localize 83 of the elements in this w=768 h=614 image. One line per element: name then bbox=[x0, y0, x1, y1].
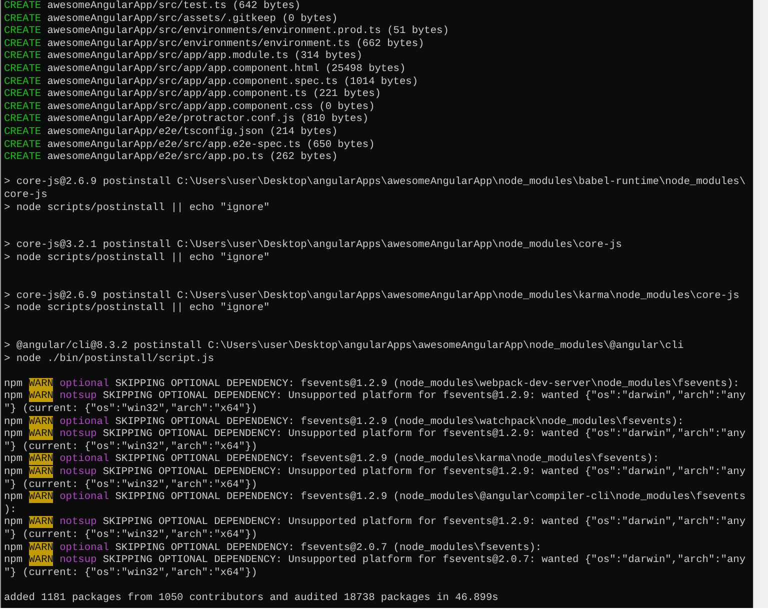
create-tag: CREATE bbox=[4, 0, 42, 12]
log-text: > @angular/cli@8.3.2 postinstall C:\Users\user\Desktop\angularApps\awesomeAngularApp\node_modules\@angular\cli bbox=[4, 340, 684, 352]
log-text: SKIPPING OPTIONAL DEPENDENCY: fsevents@1.2.9 (node_modules\webpack-dev-server\node_modules\fsevents): bbox=[114, 378, 740, 390]
log-text: awesomeAngularApp/src/environments/environment.ts (662 bytes) bbox=[46, 38, 424, 50]
log-text: awesomeAngularApp/src/app/app.component.ts (221 bytes) bbox=[46, 88, 381, 100]
log-level: notsup bbox=[58, 466, 97, 478]
log-level: notsup bbox=[58, 390, 97, 402]
log-text: awesomeAngularApp/e2e/src/app.e2e-spec.ts (650 bytes) bbox=[46, 138, 375, 151]
log-text: "} (current: {"os":"win32","arch":"x64"}) bbox=[4, 478, 258, 491]
log-text: npm bbox=[4, 378, 24, 390]
log-text: SKIPPING OPTIONAL DEPENDENCY: Unsupported platform for fsevents@1.2.9: wanted {"os":"darwin","arch":"any bbox=[102, 428, 746, 440]
log-text: SKIPPING OPTIONAL DEPENDENCY: Unsupported platform for fsevents@1.2.9: wanted {"os":"darwin","arch":"any bbox=[102, 466, 746, 478]
log-text: npm bbox=[4, 542, 24, 554]
log-text: "} (current: {"os":"win32","arch":"x64"}) bbox=[4, 528, 258, 541]
warn-label: WARN bbox=[28, 466, 54, 478]
log-text: > core-js@2.6.9 postinstall C:\Users\user\Desktop\angularApps\awesomeAngularApp\node_modules\babel-runtime\node_modules\ bbox=[4, 176, 746, 188]
log-text: SKIPPING OPTIONAL DEPENDENCY: fsevents@1.2.9 (node_modules\watchpack\node_modules\fsevents): bbox=[114, 416, 684, 428]
create-tag: CREATE bbox=[4, 151, 42, 164]
log-level: optional bbox=[58, 416, 110, 428]
create-tag: CREATE bbox=[4, 50, 42, 62]
warn-label: WARN bbox=[28, 416, 54, 428]
create-tag: CREATE bbox=[4, 113, 42, 126]
log-text: npm bbox=[4, 453, 24, 466]
log-text: npm bbox=[4, 466, 24, 478]
log-text: npm bbox=[4, 416, 24, 428]
log-text: > node scripts/postinstall || echo "ignore" bbox=[4, 202, 270, 214]
create-tag: CREATE bbox=[4, 88, 42, 100]
create-tag: CREATE bbox=[4, 62, 42, 75]
log-text: awesomeAngularApp/e2e/protractor.conf.js (810 bytes) bbox=[46, 113, 369, 126]
create-tag: CREATE bbox=[4, 76, 42, 88]
create-tag: CREATE bbox=[4, 138, 42, 151]
log-text: > node scripts/postinstall || echo "ignore" bbox=[4, 302, 270, 314]
log-text: awesomeAngularApp/src/assets/.gitkeep (0 bytes) bbox=[46, 12, 338, 25]
log-level: optional bbox=[58, 453, 110, 466]
log-text: SKIPPING OPTIONAL DEPENDENCY: Unsupported platform for fsevents@1.2.9: wanted {"os":"darwin","arch":"any bbox=[102, 516, 746, 528]
log-text: > core-js@2.6.9 postinstall C:\Users\user\Desktop\angularApps\awesomeAngularApp\node_modules\karma\node_modules\core-js bbox=[4, 290, 740, 302]
warn-label: WARN bbox=[28, 516, 54, 528]
log-text: npm bbox=[4, 516, 24, 528]
warn-label: WARN bbox=[28, 554, 54, 566]
log-text: "} (current: {"os":"win32","arch":"x64"}) bbox=[4, 440, 258, 453]
log-text: ): bbox=[4, 504, 16, 516]
log-level: optional bbox=[58, 542, 110, 554]
log-level: optional bbox=[58, 491, 110, 504]
log-text: > node ./bin/postinstall/script.js bbox=[4, 352, 214, 365]
log-level: notsup bbox=[58, 516, 97, 528]
log-text: SKIPPING OPTIONAL DEPENDENCY: Unsupported platform for fsevents@2.0.7: wanted {"os":"darwin","arch":"any bbox=[102, 554, 746, 566]
log-text: > node scripts/postinstall || echo "ignore" bbox=[4, 252, 270, 264]
log-text: npm bbox=[4, 554, 24, 566]
create-tag: CREATE bbox=[4, 100, 42, 113]
create-tag: CREATE bbox=[4, 25, 42, 38]
log-text: SKIPPING OPTIONAL DEPENDENCY: fsevents@1.2.9 (node_modules\@angular\compiler-cli\node_modules\fsevents bbox=[114, 491, 746, 504]
log-text: "} (current: {"os":"win32","arch":"x64"}) bbox=[4, 566, 258, 579]
log-text: awesomeAngularApp/src/app/app.module.ts (314 bytes) bbox=[46, 50, 362, 62]
warn-label: WARN bbox=[28, 542, 54, 554]
log-text: SKIPPING OPTIONAL DEPENDENCY: fsevents@1.2.9 (node_modules\karma\node_modules\fsevents): bbox=[114, 453, 660, 466]
log-text: awesomeAngularApp/src/app/app.component.spec.ts (1014 bytes) bbox=[46, 76, 418, 88]
log-text: awesomeAngularApp/e2e/src/app.po.ts (262 bytes) bbox=[46, 151, 338, 164]
log-text: SKIPPING OPTIONAL DEPENDENCY: Unsupported platform for fsevents@1.2.9: wanted {"os":"darwin","arch":"any bbox=[102, 390, 746, 402]
create-tag: CREATE bbox=[4, 12, 42, 25]
create-tag: CREATE bbox=[4, 126, 42, 138]
log-text: awesomeAngularApp/src/app/app.component.css (0 bytes) bbox=[46, 100, 375, 113]
log-level: optional bbox=[58, 378, 110, 390]
warn-label: WARN bbox=[28, 428, 54, 440]
log-text: awesomeAngularApp/src/environments/environment.prod.ts (51 bytes) bbox=[46, 25, 449, 38]
log-text: npm bbox=[4, 428, 24, 440]
log-text: awesomeAngularApp/src/app/app.component.html (25498 bytes) bbox=[46, 62, 406, 75]
log-level: notsup bbox=[58, 554, 97, 566]
log-text: > core-js@3.2.1 postinstall C:\Users\user\Desktop\angularApps\awesomeAngularApp\node_modules\core-js bbox=[4, 239, 622, 252]
log-text: SKIPPING OPTIONAL DEPENDENCY: fsevents@2.0.7 (node_modules\fsevents): bbox=[114, 542, 542, 554]
warn-label: WARN bbox=[28, 390, 54, 402]
log-level: notsup bbox=[58, 428, 97, 440]
log-text: "} (current: {"os":"win32","arch":"x64"}) bbox=[4, 403, 258, 415]
warn-label: WARN bbox=[28, 378, 54, 390]
log-text: npm bbox=[4, 390, 24, 402]
warn-label: WARN bbox=[28, 453, 54, 466]
create-tag: CREATE bbox=[4, 38, 42, 50]
log-text: core-js bbox=[4, 188, 48, 201]
log-text: awesomeAngularApp/e2e/tsconfig.json (214 bytes) bbox=[46, 126, 338, 138]
log-text: npm bbox=[4, 491, 24, 504]
warn-label: WARN bbox=[28, 491, 54, 504]
log-text: awesomeAngularApp/src/test.ts (642 bytes) bbox=[46, 0, 301, 12]
scrollbar[interactable] bbox=[753, 0, 768, 608]
log-text: added 1181 packages from 1050 contributors and audited 18738 packages in 46.899s bbox=[4, 592, 498, 604]
